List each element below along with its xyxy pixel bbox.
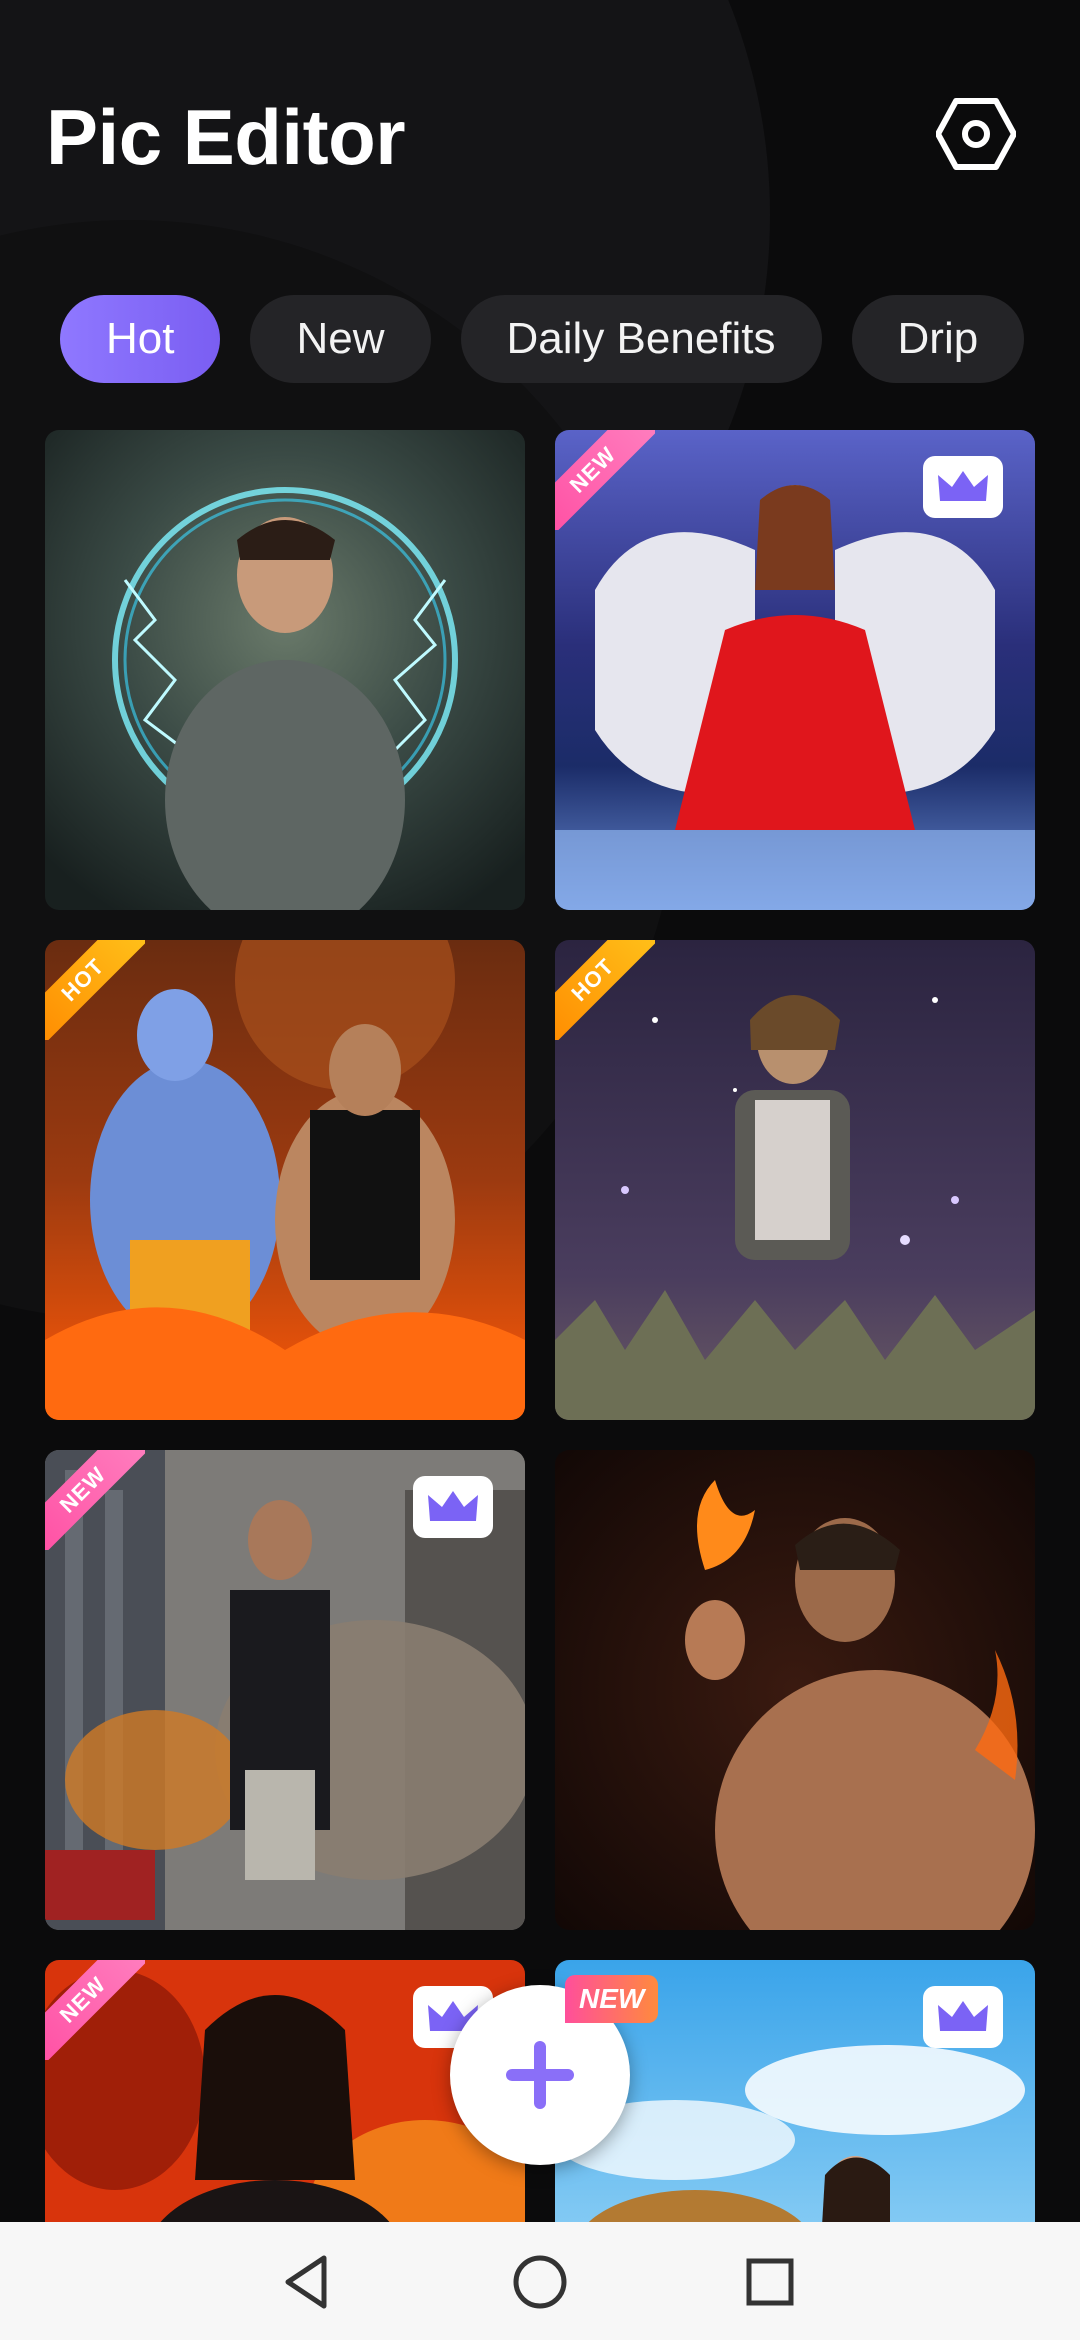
template-card[interactable] (555, 1450, 1035, 1930)
tab-hot[interactable]: Hot (60, 295, 221, 383)
premium-badge (923, 1986, 1003, 2048)
header: Pic Editor (0, 0, 1080, 280)
template-card[interactable]: HOT (45, 940, 525, 1420)
new-ribbon-badge: NEW (45, 1450, 145, 1550)
nav-recents-button[interactable] (730, 2244, 810, 2320)
tab-new[interactable]: New (250, 295, 431, 383)
crown-icon (428, 1491, 478, 1521)
back-triangle-icon (285, 2255, 327, 2309)
nav-home-button[interactable] (500, 2244, 580, 2320)
system-navigation-bar (0, 2222, 1080, 2340)
new-ribbon-badge: NEW (45, 1960, 145, 2060)
crown-icon (938, 471, 988, 501)
template-card[interactable]: NEW (555, 430, 1035, 910)
tab-drip[interactable]: Drip (851, 295, 1025, 383)
template-card[interactable]: NEW (45, 1450, 525, 1930)
new-ribbon-badge: NEW (555, 430, 655, 530)
template-thumbnail (45, 430, 525, 910)
recents-square-icon (746, 2258, 794, 2306)
template-thumbnail (555, 1450, 1035, 1930)
app-screen: Pic Editor Hot New Daily Benefits Drip N… (0, 0, 1080, 2340)
settings-hexagon-icon (936, 98, 1016, 170)
template-card[interactable]: HOT (555, 940, 1035, 1420)
home-circle-icon (513, 2255, 567, 2309)
plus-icon (506, 2041, 574, 2109)
crown-icon (938, 2001, 988, 2031)
premium-badge (413, 1476, 493, 1538)
settings-button[interactable] (932, 94, 1020, 174)
hot-ribbon-badge: HOT (45, 940, 145, 1040)
category-tabs: Hot New Daily Benefits Drip (60, 295, 1035, 385)
template-card[interactable] (45, 430, 525, 910)
hot-ribbon-badge: HOT (555, 940, 655, 1040)
nav-back-button[interactable] (268, 2244, 348, 2320)
premium-badge (923, 456, 1003, 518)
page-title: Pic Editor (46, 93, 406, 181)
fab-new-badge: NEW (565, 1975, 659, 2023)
tab-daily-benefits[interactable]: Daily Benefits (460, 295, 822, 383)
